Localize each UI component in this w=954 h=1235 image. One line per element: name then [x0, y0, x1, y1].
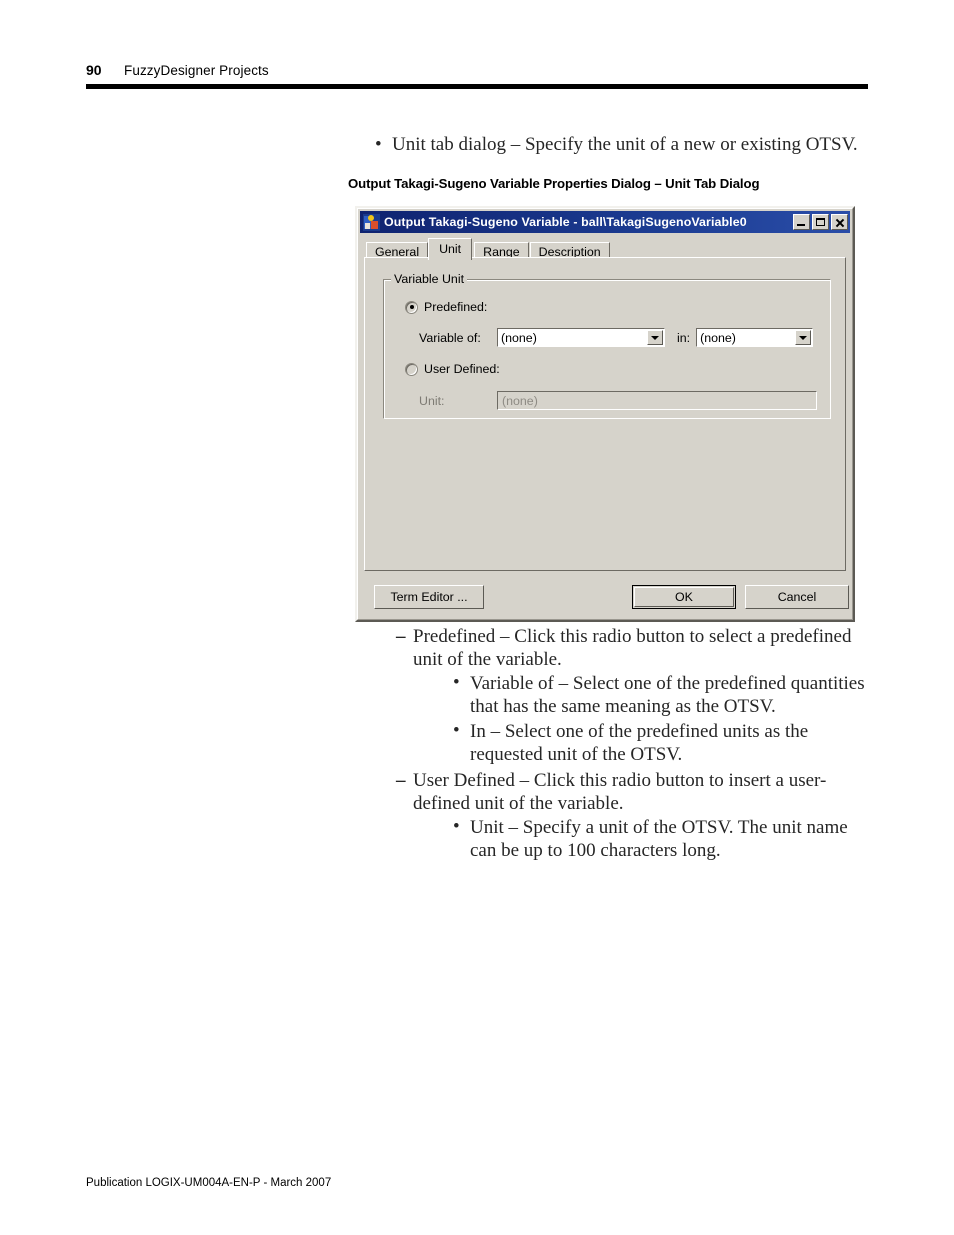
- user-defined-radio[interactable]: [405, 362, 418, 376]
- close-button[interactable]: [831, 214, 848, 230]
- in-combo[interactable]: (none): [696, 328, 814, 347]
- bullet-marker-icon: •: [453, 672, 460, 693]
- note-text: User Defined – Click this radio button t…: [413, 770, 827, 814]
- predefined-radio-row[interactable]: Predefined:: [405, 300, 487, 314]
- figure-caption: Output Takagi-Sugeno Variable Properties…: [348, 176, 760, 191]
- unit-label: Unit:: [419, 393, 445, 408]
- page-number: 90: [86, 62, 102, 78]
- note-item-predefined: – Predefined – Click this radio button t…: [396, 626, 874, 766]
- note-subitem-text: In – Select one of the predefined units …: [470, 721, 809, 765]
- bullet-marker-icon: •: [453, 816, 460, 837]
- note-subitem-text: Unit – Specify a unit of the OTSV. The u…: [470, 817, 848, 861]
- header-rule: [86, 84, 868, 89]
- notes-list: – Predefined – Click this radio button t…: [396, 626, 874, 866]
- variable-of-label: Variable of:: [419, 330, 481, 345]
- variable-of-value: (none): [501, 330, 537, 345]
- minimize-icon: [797, 224, 805, 226]
- note-sublist: • Unit – Specify a unit of the OTSV. The…: [453, 816, 874, 862]
- chevron-down-icon[interactable]: [647, 330, 663, 345]
- note-subitem-variable-of: • Variable of – Select one of the predef…: [453, 672, 874, 718]
- maximize-button[interactable]: [812, 214, 829, 230]
- dialog-titlebar[interactable]: Output Takagi-Sugeno Variable - ball\Tak…: [360, 211, 850, 233]
- in-label: in:: [677, 330, 691, 345]
- groupbox-legend: Variable Unit: [391, 272, 468, 286]
- in-value: (none): [700, 330, 736, 345]
- unit-tab-panel: Variable Unit Predefined: Variable of: (…: [364, 257, 846, 571]
- note-item-user-defined: – User Defined – Click this radio button…: [396, 770, 874, 862]
- cancel-button[interactable]: Cancel: [745, 585, 849, 609]
- app-icon: [363, 213, 380, 231]
- predefined-label: Predefined:: [424, 300, 488, 314]
- note-sublist: • Variable of – Select one of the predef…: [453, 672, 874, 766]
- predefined-radio[interactable]: [405, 300, 418, 314]
- dialog-button-bar: Term Editor ... OK Cancel: [364, 585, 849, 611]
- unit-input[interactable]: (none): [497, 391, 817, 410]
- note-subitem-unit: • Unit – Specify a unit of the OTSV. The…: [453, 816, 874, 862]
- bullet-marker-icon: •: [375, 134, 382, 155]
- unit-input-value: (none): [502, 393, 538, 408]
- variable-unit-groupbox: Variable Unit Predefined: Variable of: (…: [383, 272, 831, 419]
- window-buttons: [793, 214, 848, 230]
- user-defined-radio-row[interactable]: User Defined:: [405, 362, 500, 376]
- minimize-button[interactable]: [793, 214, 810, 230]
- unit-field-row: Unit: (none): [419, 391, 817, 410]
- dialog-title: Output Takagi-Sugeno Variable - ball\Tak…: [384, 215, 747, 229]
- page-header: 90 FuzzyDesigner Projects: [86, 62, 868, 86]
- maximize-icon: [816, 218, 825, 226]
- tab-unit[interactable]: Unit: [428, 238, 473, 260]
- page-footer: Publication LOGIX-UM004A-EN-P - March 20…: [86, 1177, 332, 1189]
- note-text: Predefined – Click this radio button to …: [413, 626, 852, 670]
- bullet-marker-icon: •: [453, 720, 460, 741]
- term-editor-button[interactable]: Term Editor ...: [374, 585, 484, 609]
- user-defined-label: User Defined:: [424, 362, 500, 376]
- note-subitem-in: • In – Select one of the predefined unit…: [453, 720, 874, 766]
- variable-of-combo[interactable]: (none): [497, 328, 665, 347]
- properties-dialog: Output Takagi-Sugeno Variable - ball\Tak…: [355, 206, 855, 622]
- dash-marker: –: [396, 626, 406, 647]
- intro-bullet: • Unit tab dialog – Specify the unit of …: [375, 132, 875, 158]
- dialog-inner-frame: Output Takagi-Sugeno Variable - ball\Tak…: [357, 208, 853, 620]
- intro-bullet-text: Unit tab dialog – Specify the unit of a …: [392, 134, 858, 155]
- header-chapter-title: FuzzyDesigner Projects: [124, 63, 269, 78]
- chevron-down-icon[interactable]: [795, 330, 812, 345]
- ok-button[interactable]: OK: [632, 585, 736, 609]
- variable-of-row: Variable of: (none) in: (none): [419, 328, 817, 347]
- dash-marker: –: [396, 770, 406, 791]
- note-subitem-text: Variable of – Select one of the predefin…: [470, 673, 865, 717]
